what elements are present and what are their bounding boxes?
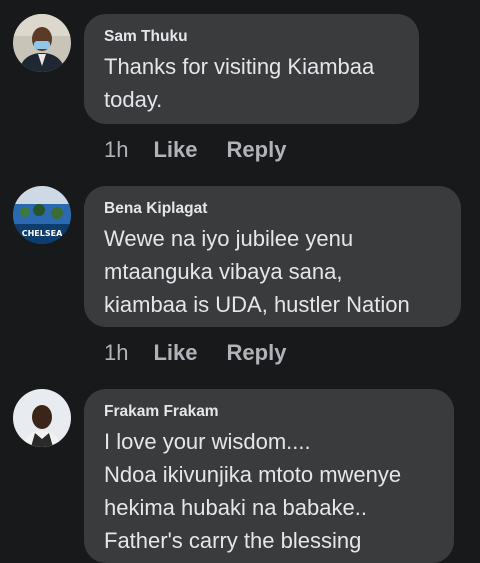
avatar[interactable] — [13, 14, 71, 72]
comment-text-line: hekima hubaki na babake.. — [104, 495, 367, 520]
comment-author[interactable]: Sam Thuku — [104, 28, 399, 46]
comment-timestamp[interactable]: 1h — [104, 137, 128, 163]
comment-text-line: kiambaa is UDA, hustler Nation — [104, 292, 410, 317]
reply-button[interactable]: Reply — [227, 137, 287, 163]
comment-author[interactable]: Frakam Frakam — [104, 403, 434, 421]
comment-bubble: Frakam Frakam I love your wisdom.... Ndo… — [84, 389, 454, 563]
avatar-photo — [13, 14, 71, 72]
comment-text-line: I love your wisdom.... — [104, 429, 311, 454]
comment-timestamp[interactable]: 1h — [104, 340, 128, 366]
comment-text-line: Father's carry the blessing — [104, 528, 362, 553]
comment-author[interactable]: Bena Kiplagat — [104, 200, 441, 218]
comment-text-line: mtaanguka vibaya sana, — [104, 259, 343, 284]
comment-bubble: Sam Thuku Thanks for visiting Kiambaa to… — [84, 14, 419, 124]
avatar-photo — [13, 389, 71, 447]
comment-bubble: Bena Kiplagat Wewe na iyo jubilee yenu m… — [84, 186, 461, 327]
comment-actions: 1h Like Reply — [104, 340, 315, 366]
comment-text-line: today. — [104, 87, 163, 112]
like-button[interactable]: Like — [153, 137, 197, 163]
like-button[interactable]: Like — [153, 340, 197, 366]
avatar[interactable] — [13, 389, 71, 447]
reply-button[interactable]: Reply — [227, 340, 287, 366]
comment-text-line: Ndoa ikivunjika mtoto mwenye — [104, 462, 402, 487]
avatar[interactable]: CHELSEA — [13, 186, 71, 244]
comment-text-line: Wewe na iyo jubilee yenu — [104, 226, 354, 251]
comment-text-line: Thanks for visiting Kiambaa — [104, 54, 375, 79]
avatar-caption: CHELSEA — [22, 229, 63, 238]
avatar-photo: CHELSEA — [13, 186, 71, 244]
comment-actions: 1h Like Reply — [104, 137, 315, 163]
